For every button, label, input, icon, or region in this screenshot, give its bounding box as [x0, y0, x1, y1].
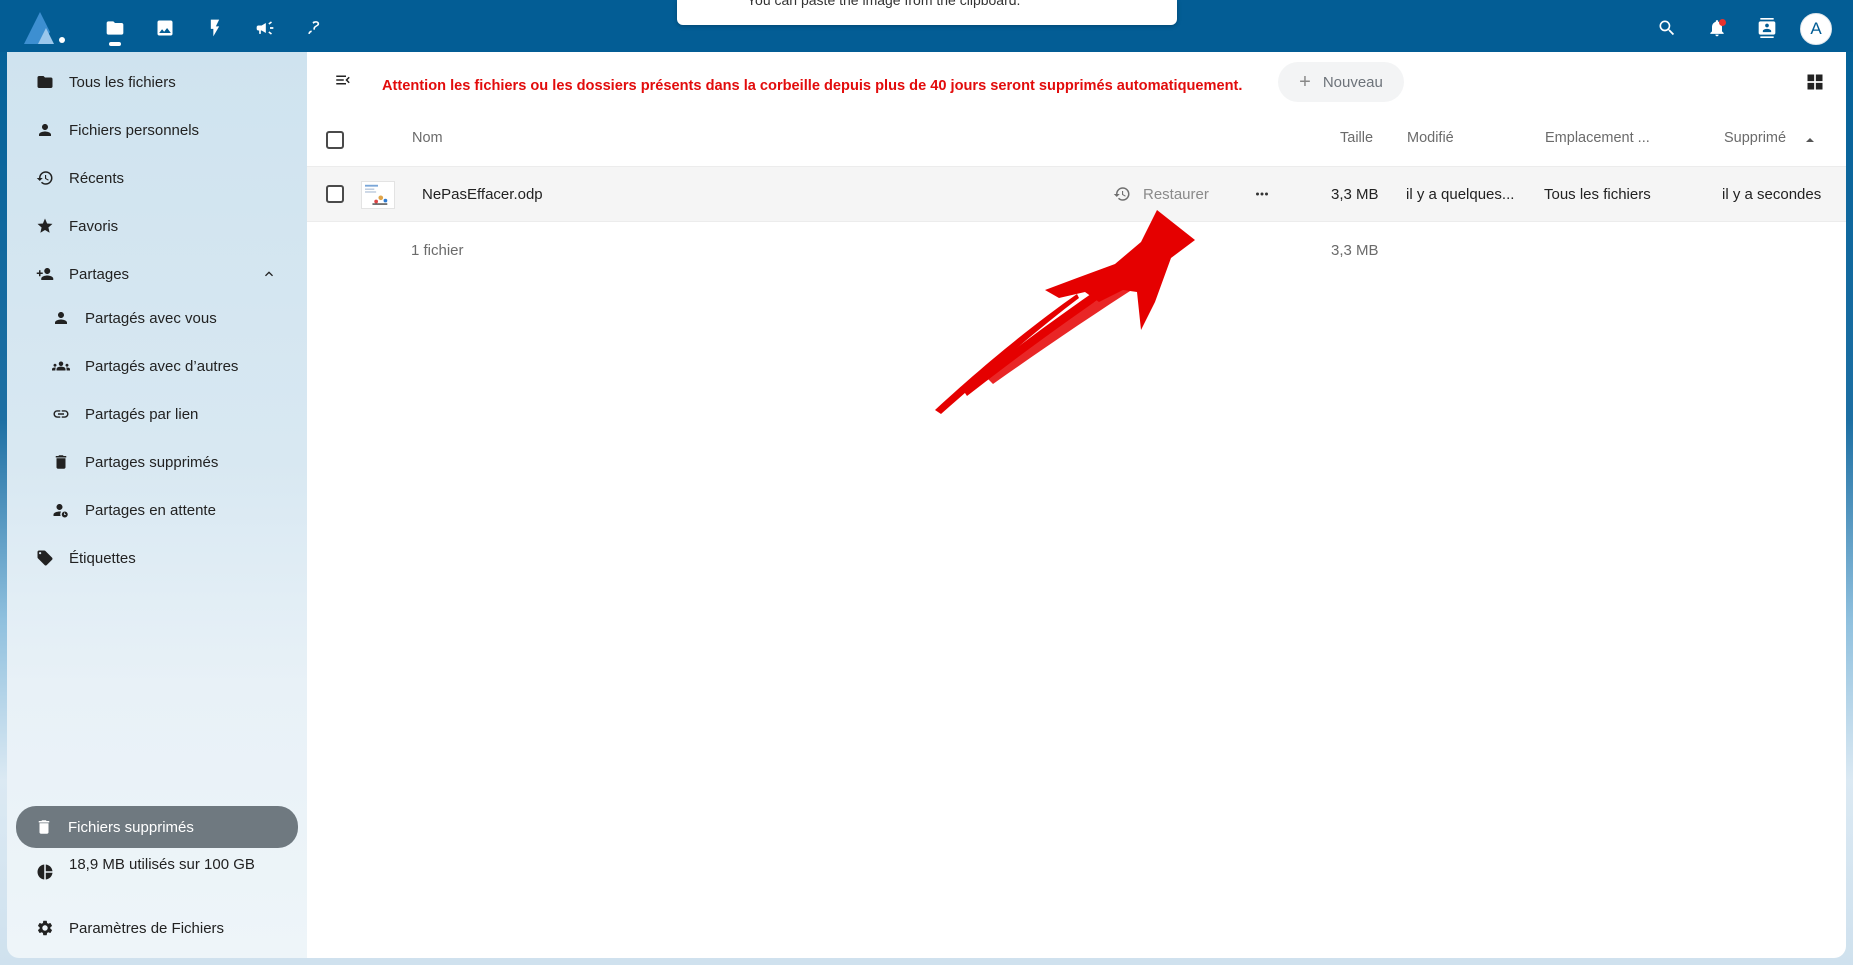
toast-text: You can paste the image from the clipboa…: [747, 0, 1021, 8]
flow-icon: [308, 21, 320, 34]
user-avatar[interactable]: A: [1800, 13, 1832, 45]
more-horizontal-icon: [1256, 192, 1268, 196]
column-deleted[interactable]: Supprimé: [1724, 130, 1786, 146]
nav-label: Fichiers personnels: [69, 121, 200, 139]
select-all-checkbox[interactable]: [326, 131, 344, 149]
red-annotation-arrow: [935, 210, 1195, 414]
new-button-label: Nouveau: [1322, 73, 1383, 91]
file-size: 3,3 MB: [1331, 186, 1379, 203]
nav-all-files[interactable]: Tous les fichiers: [17, 62, 297, 102]
nav-shares[interactable]: Partages: [17, 254, 297, 294]
nav-pending-shares[interactable]: Partages en attente: [17, 490, 297, 530]
nav-label: Tous les fichiers: [69, 73, 176, 91]
photos-icon: [157, 20, 173, 36]
nav-label: Étiquettes: [69, 549, 136, 567]
main-content: Attention les fichiers ou les dossiers p…: [307, 52, 1846, 958]
nav-files-settings[interactable]: Paramètres de Fichiers: [17, 908, 297, 948]
nav-label: Paramètres de Fichiers: [69, 919, 225, 937]
grid-icon: [1807, 74, 1823, 90]
nav-label: Partagés par lien: [85, 405, 199, 423]
column-modified[interactable]: Modifié: [1407, 130, 1454, 146]
activity-icon: [210, 19, 220, 37]
quota-text: 18,9 MB utilisés sur 100 GB: [69, 856, 255, 873]
search-icon: [1659, 20, 1675, 36]
user-clock-icon: [51, 500, 71, 520]
nav-label: Partages: [69, 265, 130, 283]
nav-label: Fichiers supprimés: [68, 818, 194, 836]
contacts-button[interactable]: [1747, 8, 1787, 48]
nav-favorites[interactable]: Favoris: [17, 206, 297, 246]
nav-shared-with-you[interactable]: Partagés avec vous: [17, 298, 297, 338]
group-icon: [51, 356, 71, 376]
plus-icon: +: [1299, 71, 1311, 93]
nav-label: Récents: [69, 169, 125, 187]
link-icon: [51, 404, 71, 424]
new-button[interactable]: + Nouveau: [1278, 62, 1404, 102]
user-icon: [51, 308, 71, 328]
active-indicator: [109, 42, 121, 46]
sort-ascending-icon: [1806, 138, 1814, 142]
contacts-icon: [1758, 18, 1776, 38]
total-size-summary: 3,3 MB: [1331, 242, 1379, 259]
column-name[interactable]: Nom: [412, 130, 443, 146]
files-icon: [106, 21, 124, 35]
share-user-icon: [35, 264, 55, 284]
toggle-navigation-button[interactable]: [325, 62, 361, 98]
file-location[interactable]: Tous les fichiers: [1544, 186, 1651, 203]
history-icon: [1113, 187, 1130, 201]
grid-view-button[interactable]: [1799, 66, 1831, 98]
announcements-app-button[interactable]: [245, 8, 285, 48]
activity-app-button[interactable]: [195, 8, 235, 48]
notifications-button[interactable]: [1697, 8, 1737, 48]
nav-tags[interactable]: Étiquettes: [17, 538, 297, 578]
nav-label: Partagés avec d’autres: [85, 357, 239, 375]
pie-chart-icon: [35, 862, 55, 882]
nav-recent[interactable]: Récents: [17, 158, 297, 198]
file-thumbnail[interactable]: [361, 181, 395, 209]
folder-icon: [35, 72, 55, 92]
navigation-sidebar: Tous les fichiers Fichiers personnels Ré…: [7, 52, 307, 958]
trash-icon: [34, 817, 54, 837]
trash-icon: [51, 452, 71, 472]
storage-quota[interactable]: 18,9 MB utilisés sur 100 GB: [17, 850, 297, 894]
notification-badge: [1719, 19, 1726, 26]
top-header: You can paste the image from the clipboa…: [0, 0, 1853, 52]
nav-shared-by-link[interactable]: Partagés par lien: [17, 394, 297, 434]
file-name[interactable]: NePasEffacer.odp: [422, 186, 543, 203]
announcements-icon: [256, 21, 274, 35]
tags-icon: [35, 548, 55, 568]
nav-label: Partages en attente: [85, 501, 216, 519]
restore-label: Restaurer: [1143, 185, 1209, 203]
file-modified: il y a quelques...: [1406, 186, 1515, 203]
nav-label: Partages supprimés: [85, 453, 219, 471]
clipboard-toast: You can paste the image from the clipboa…: [677, 0, 1177, 25]
history-icon: [35, 168, 55, 188]
nav-deleted-shares[interactable]: Partages supprimés: [17, 442, 297, 482]
file-count-summary: 1 fichier: [411, 242, 464, 259]
nav-label: Favoris: [69, 217, 119, 235]
row-checkbox[interactable]: [326, 185, 344, 203]
nextcloud-logo[interactable]: [20, 10, 72, 46]
flow-app-button[interactable]: [295, 8, 335, 48]
nav-shared-with-others[interactable]: Partagés avec d’autres: [17, 346, 297, 386]
user-icon: [35, 120, 55, 140]
trash-retention-warning: Attention les fichiers ou les dossiers p…: [382, 78, 1243, 94]
nav-label: Partagés avec vous: [85, 309, 217, 327]
chevron-up-icon[interactable]: [261, 266, 277, 282]
photos-app-button[interactable]: [145, 8, 185, 48]
more-actions-button[interactable]: [1247, 179, 1277, 209]
file-deleted: il y a secondes: [1722, 186, 1822, 203]
column-size[interactable]: Taille: [1340, 130, 1373, 146]
search-button[interactable]: [1647, 8, 1687, 48]
column-location[interactable]: Emplacement ...: [1545, 130, 1650, 146]
menu-collapse-icon: [336, 75, 350, 85]
gear-icon: [35, 918, 55, 938]
nav-personal-files[interactable]: Fichiers personnels: [17, 110, 297, 150]
star-icon: [35, 216, 55, 236]
nav-deleted-files[interactable]: Fichiers supprimés: [16, 806, 298, 848]
files-app-button[interactable]: [95, 8, 135, 48]
